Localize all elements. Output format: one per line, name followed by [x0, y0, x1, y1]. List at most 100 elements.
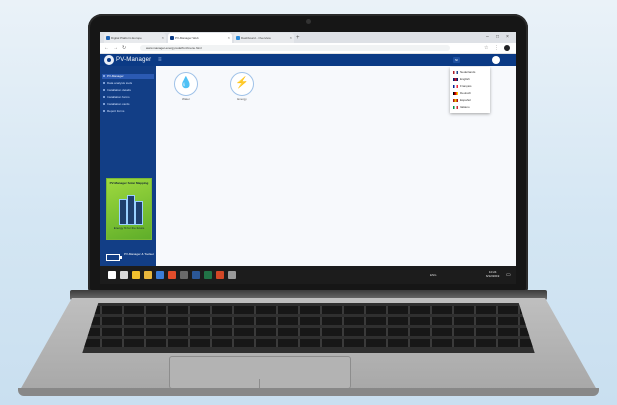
- flag-nl-icon: [453, 70, 458, 74]
- user-avatar[interactable]: [492, 56, 500, 64]
- tab-title: PV-Manager Web: [175, 36, 199, 40]
- tile-energy[interactable]: ⚡ Energy: [230, 72, 254, 101]
- system-clock[interactable]: 10:24 6/12/2019: [486, 270, 499, 278]
- language-option[interactable]: Français: [453, 84, 489, 89]
- sidebar-item-label: Data analysis tools: [107, 81, 133, 85]
- settings-icon[interactable]: [228, 271, 236, 279]
- laptop-frame: Digital Platform Europe × PV-Manager Web…: [0, 0, 617, 405]
- laptop-lid: Digital Platform Europe × PV-Manager Web…: [88, 14, 528, 292]
- address-bar[interactable]: www.manager.energy.tudelft.nl/menu.html: [140, 45, 450, 51]
- clock-date: 6/12/2019: [486, 274, 500, 278]
- tab-favicon-icon: [236, 36, 240, 40]
- browser-tab-2[interactable]: PV-Manager Web ×: [168, 33, 232, 43]
- app-header: PV-Manager ≡ Nl: [100, 54, 516, 66]
- folder-icon[interactable]: [144, 271, 152, 279]
- flag-it-icon: [453, 105, 458, 109]
- language-label: Español: [460, 98, 471, 102]
- tile-water[interactable]: 💧 Water: [174, 72, 198, 101]
- language-button[interactable]: Nl: [453, 57, 460, 63]
- language-label: Italiano: [460, 105, 470, 109]
- close-tab-icon[interactable]: ×: [162, 33, 164, 43]
- sidebar-footer: PV-Manager & Toolset: [102, 250, 154, 266]
- promo-banner[interactable]: PV-Manager Solar Mapping Energy fit for …: [106, 178, 152, 240]
- menu-icon[interactable]: ≡: [158, 54, 162, 66]
- bullet-icon: [103, 82, 105, 85]
- back-icon[interactable]: ←: [104, 43, 109, 53]
- sidebar-item-report-forms[interactable]: Report forms: [102, 109, 154, 114]
- bullet-icon: [103, 89, 105, 92]
- key-row: [82, 306, 535, 314]
- os-taskbar: ENG 10:24 6/12/2019 ▭: [100, 266, 516, 284]
- maximize-icon[interactable]: □: [496, 32, 499, 42]
- tile-label: Water: [182, 97, 190, 101]
- promo-subtitle: Energy fit for the future: [113, 226, 145, 230]
- start-icon[interactable]: [108, 271, 116, 279]
- close-tab-icon[interactable]: ×: [228, 33, 230, 43]
- sidebar-footer-label: PV-Manager & Toolset: [124, 252, 154, 256]
- sidebar: PV-Manager Data analysis tools Installat…: [100, 66, 156, 266]
- language-option[interactable]: English: [453, 77, 489, 82]
- touchpad[interactable]: [169, 356, 351, 389]
- mail-icon[interactable]: [156, 271, 164, 279]
- sidebar-item-label: Report forms: [107, 109, 125, 113]
- new-tab-icon[interactable]: +: [296, 33, 300, 43]
- extensions-icon[interactable]: ⋮: [494, 43, 499, 53]
- tab-favicon-icon: [170, 36, 174, 40]
- powerpoint-icon[interactable]: [216, 271, 224, 279]
- star-icon[interactable]: ☆: [484, 43, 488, 53]
- minimize-icon[interactable]: –: [486, 32, 489, 42]
- tab-favicon-icon: [106, 36, 110, 40]
- language-option[interactable]: Italiano: [453, 105, 489, 110]
- language-option[interactable]: Nederlands: [453, 70, 489, 75]
- close-tab-icon[interactable]: ×: [290, 33, 292, 43]
- search-icon[interactable]: [120, 271, 128, 279]
- building-icon: [119, 199, 127, 225]
- browser-icon[interactable]: [168, 271, 176, 279]
- browser-tab-1[interactable]: Digital Platform Europe ×: [104, 33, 166, 43]
- bullet-icon: [103, 103, 105, 106]
- language-dropdown: Nederlands English Français Deutsch Espa…: [450, 67, 490, 113]
- flag-en-icon: [453, 77, 458, 81]
- building-icon: [127, 195, 135, 225]
- key-row: [82, 328, 535, 336]
- explorer-icon[interactable]: [132, 271, 140, 279]
- flag-fr-icon: [453, 84, 458, 88]
- tab-title: Dashboard - Overview: [241, 36, 271, 40]
- language-label: Nederlands: [460, 70, 476, 74]
- notification-icon[interactable]: ▭: [506, 266, 511, 284]
- sidebar-item-installation-cards[interactable]: Installation cards: [102, 102, 154, 107]
- store-icon[interactable]: [180, 271, 188, 279]
- language-label: Deutsch: [460, 91, 472, 95]
- word-icon[interactable]: [192, 271, 200, 279]
- close-window-icon[interactable]: ×: [506, 32, 509, 42]
- flag-de-icon: [453, 91, 458, 95]
- sidebar-item-label: PV-Manager: [107, 74, 124, 78]
- sidebar-item-installation-forms[interactable]: Installation forms: [102, 95, 154, 100]
- energy-bulb-icon: ⚡: [235, 77, 249, 89]
- language-label: English: [460, 77, 470, 81]
- key-row: [82, 339, 535, 347]
- key-row: [82, 317, 535, 325]
- webcam: [306, 19, 311, 24]
- bullet-icon: [103, 75, 105, 78]
- sidebar-item-label: Installation details: [107, 88, 131, 92]
- language-option[interactable]: Deutsch: [453, 91, 489, 96]
- browser-tab-3[interactable]: Dashboard - Overview ×: [234, 33, 294, 43]
- water-drop-icon: 💧: [179, 77, 193, 89]
- flag-es-icon: [453, 98, 458, 102]
- sidebar-item-data-analysis[interactable]: Data analysis tools: [102, 81, 154, 86]
- sidebar-item-label: Installation forms: [107, 95, 130, 99]
- reload-icon[interactable]: ↻: [122, 43, 126, 53]
- profile-avatar[interactable]: [504, 45, 510, 51]
- app-title: PV-Manager: [116, 57, 152, 63]
- language-label: Français: [460, 84, 472, 88]
- tray-language[interactable]: ENG: [430, 266, 437, 284]
- sidebar-item-pv-manager[interactable]: PV-Manager: [102, 74, 154, 79]
- language-option[interactable]: Español: [453, 98, 489, 103]
- sidebar-item-installation-details[interactable]: Installation details: [102, 88, 154, 93]
- excel-icon[interactable]: [204, 271, 212, 279]
- sidebar-item-label: Installation cards: [107, 102, 130, 106]
- forward-icon[interactable]: →: [113, 43, 118, 53]
- browser-toolbar: ← → ↻ www.manager.energy.tudelft.nl/menu…: [100, 43, 516, 54]
- building-icon: [135, 201, 143, 225]
